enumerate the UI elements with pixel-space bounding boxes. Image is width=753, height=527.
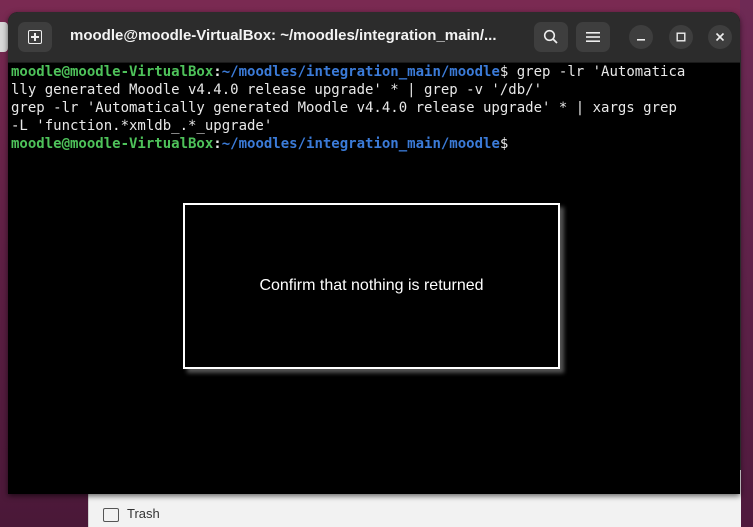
- prompt-colon: :: [213, 136, 222, 152]
- files-item-trash[interactable]: Trash: [103, 506, 160, 522]
- terminal-lines: moodle@moodle-VirtualBox:~/moodles/integ…: [11, 63, 685, 153]
- prompt-command: $: [499, 136, 509, 152]
- terminal-line: grep -lr 'Automatically generated Moodle…: [11, 100, 677, 116]
- maximize-icon: [676, 32, 686, 42]
- prompt-user: moodle@moodle-VirtualBox: [11, 64, 214, 80]
- desktop-background: [740, 0, 753, 527]
- window-title: moodle@moodle-VirtualBox: ~/moodles/inte…: [70, 27, 497, 44]
- search-button[interactable]: [534, 22, 568, 52]
- menu-button[interactable]: [576, 22, 610, 52]
- prompt-command: $ grep -lr 'Automatica: [499, 64, 686, 80]
- prompt-path: ~/moodles/integration_main/moodle: [221, 136, 500, 152]
- prompt-path: ~/moodles/integration_main/moodle: [221, 64, 500, 80]
- new-tab-button[interactable]: [18, 22, 52, 52]
- title-bar[interactable]: moodle@moodle-VirtualBox: ~/moodles/inte…: [8, 12, 740, 63]
- annotation-text: Confirm that nothing is returned: [259, 277, 484, 294]
- terminal-line-prompt-1: moodle@moodle-VirtualBox:~/moodles/integ…: [11, 64, 685, 80]
- terminal-line: -L 'function.*xmldb_.*_upgrade': [11, 118, 273, 134]
- terminal-line: lly generated Moodle v4.4.0 release upgr…: [11, 82, 543, 98]
- prompt-colon: :: [213, 64, 222, 80]
- prompt-user: moodle@moodle-VirtualBox: [11, 136, 214, 152]
- minimize-icon: [637, 39, 645, 41]
- hamburger-menu-icon: [586, 32, 600, 42]
- close-button[interactable]: [708, 25, 732, 49]
- files-item-label: Trash: [127, 506, 160, 521]
- close-icon: [715, 32, 725, 42]
- annotation-box: Confirm that nothing is returned: [183, 203, 560, 369]
- trash-icon: [103, 507, 119, 522]
- background-window-edge: [0, 22, 8, 52]
- search-icon: [543, 29, 558, 44]
- terminal-line-prompt-2: moodle@moodle-VirtualBox:~/moodles/integ…: [11, 136, 508, 152]
- minimize-button[interactable]: [629, 25, 653, 49]
- terminal-window: moodle@moodle-VirtualBox: ~/moodles/inte…: [8, 12, 740, 494]
- new-tab-icon: [28, 30, 42, 44]
- maximize-button[interactable]: [669, 25, 693, 49]
- terminal-output[interactable]: moodle@moodle-VirtualBox:~/moodles/integ…: [8, 63, 740, 494]
